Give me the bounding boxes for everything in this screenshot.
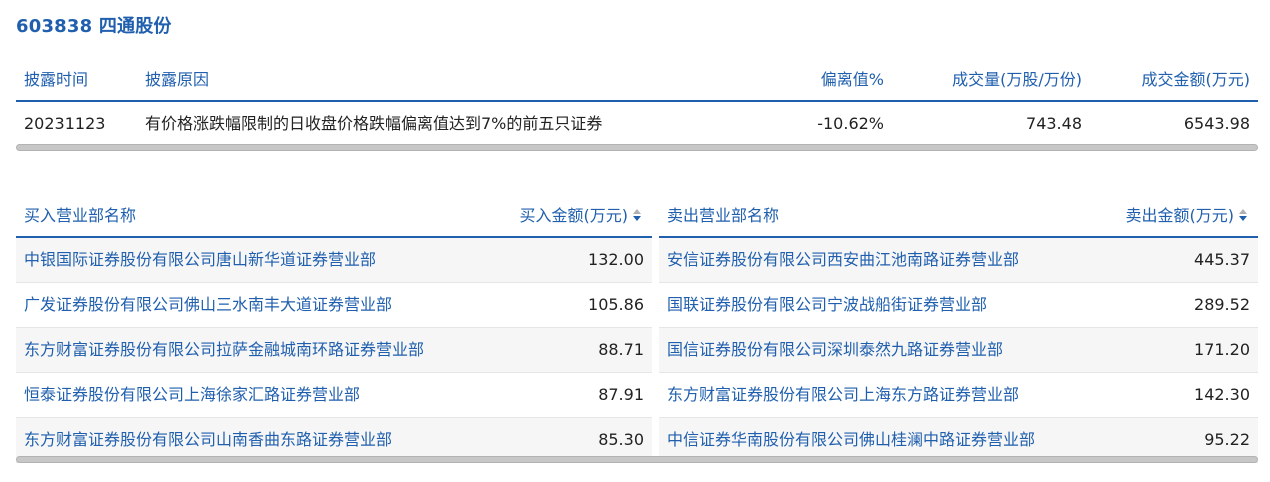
buy-broker-link[interactable]: 中银国际证券股份有限公司唐山新华道证券营业部: [24, 238, 376, 282]
sell-amount: 171.20: [1194, 340, 1250, 359]
sell-broker-link[interactable]: 国信证券股份有限公司深圳泰然九路证券营业部: [667, 328, 1003, 372]
buy-broker-link[interactable]: 广发证券股份有限公司佛山三水南丰大道证券营业部: [24, 283, 392, 327]
sell-amount: 445.37: [1194, 250, 1250, 269]
buy-header-row: 买入营业部名称 买入金额(万元): [16, 196, 652, 238]
disclosure-date: 20231123: [24, 114, 106, 133]
table-row: 东方财富证券股份有限公司拉萨金融城南环路证券营业部 88.71: [16, 328, 652, 373]
buy-amount: 132.00: [588, 250, 644, 269]
header-volume: 成交量(万股/万份): [952, 70, 1082, 89]
sort-icon[interactable]: [1236, 207, 1250, 223]
table-row: 中银国际证券股份有限公司唐山新华道证券营业部 132.00: [16, 238, 652, 283]
table-row: 恒泰证券股份有限公司上海徐家汇路证券营业部 87.91: [16, 373, 652, 418]
amount-value: 6543.98: [1183, 114, 1250, 133]
header-sell-amount[interactable]: 卖出金额(万元): [1126, 196, 1251, 236]
header-buy-amount-label: 买入金额(万元): [519, 206, 629, 225]
buy-broker-link[interactable]: 东方财富证券股份有限公司拉萨金融城南环路证券营业部: [24, 328, 424, 372]
sell-header-row: 卖出营业部名称 卖出金额(万元): [659, 196, 1258, 238]
deviation-value: -10.62%: [817, 114, 884, 133]
table-row: 东方财富证券股份有限公司上海东方路证券营业部 142.30: [659, 373, 1258, 418]
table-row: 安信证券股份有限公司西安曲江池南路证券营业部 445.37: [659, 238, 1258, 283]
disclosure-horizontal-scrollbar[interactable]: [16, 144, 1258, 151]
header-sell-amount-label: 卖出金额(万元): [1125, 206, 1235, 225]
sell-amount: 142.30: [1194, 385, 1250, 404]
sort-icon[interactable]: [630, 207, 644, 223]
header-buy-broker: 买入营业部名称: [24, 206, 137, 225]
buy-amount: 105.86: [588, 295, 644, 314]
buy-amount: 87.91: [598, 385, 644, 404]
header-disclosure-date: 披露时间: [24, 70, 89, 89]
disclosure-row: 20231123 有价格涨跌幅限制的日收盘价格跌幅偏离值达到7%的前五只证券 -…: [16, 102, 1258, 146]
table-row: 广发证券股份有限公司佛山三水南丰大道证券营业部 105.86: [16, 283, 652, 328]
broker-horizontal-scrollbar[interactable]: [16, 456, 1258, 463]
disclosure-reason: 有价格涨跌幅限制的日收盘价格跌幅偏离值达到7%的前五只证券: [145, 114, 603, 133]
buy-broker-link[interactable]: 恒泰证券股份有限公司上海徐家汇路证券营业部: [24, 373, 360, 417]
sell-table: 卖出营业部名称 卖出金额(万元) 安信证券股份有限公司西安曲江池南路证券营业部 4…: [659, 196, 1258, 463]
sell-amount: 289.52: [1194, 295, 1250, 314]
buy-amount: 88.71: [598, 340, 644, 359]
header-buy-amount[interactable]: 买入金额(万元): [520, 196, 645, 236]
table-row: 国信证券股份有限公司深圳泰然九路证券营业部 171.20: [659, 328, 1258, 373]
header-amount: 成交金额(万元): [1141, 70, 1251, 89]
disclosure-table: 披露时间 披露原因 偏离值% 成交量(万股/万份) 成交金额(万元) 20231…: [16, 60, 1258, 146]
sell-broker-link[interactable]: 安信证券股份有限公司西安曲江池南路证券营业部: [667, 238, 1019, 282]
sell-broker-link[interactable]: 东方财富证券股份有限公司上海东方路证券营业部: [667, 373, 1019, 417]
table-row: 国联证券股份有限公司宁波战船街证券营业部 289.52: [659, 283, 1258, 328]
page-title: 603838 四通股份: [16, 16, 172, 37]
header-sell-broker: 卖出营业部名称: [667, 206, 780, 225]
header-disclosure-reason: 披露原因: [145, 70, 210, 89]
sell-broker-link[interactable]: 国联证券股份有限公司宁波战船街证券营业部: [667, 283, 987, 327]
header-deviation: 偏离值%: [820, 70, 884, 89]
disclosure-header-row: 披露时间 披露原因 偏离值% 成交量(万股/万份) 成交金额(万元): [16, 60, 1258, 102]
volume-value: 743.48: [1026, 114, 1082, 133]
buy-table: 买入营业部名称 买入金额(万元) 中银国际证券股份有限公司唐山新华道证券营业部 1…: [16, 196, 652, 463]
